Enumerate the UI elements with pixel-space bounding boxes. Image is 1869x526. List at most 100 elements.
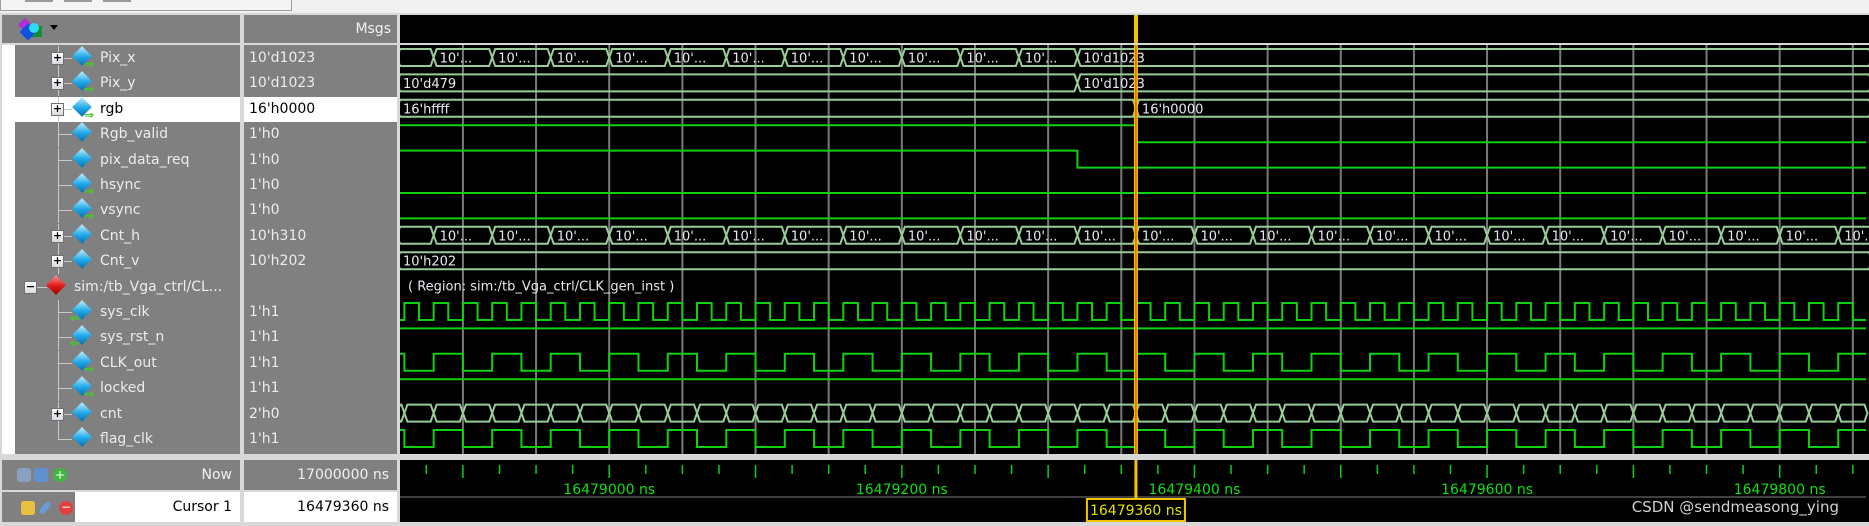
expand-icon[interactable]: + bbox=[51, 255, 64, 269]
bus-value-label: 10'... bbox=[966, 229, 999, 244]
bus-value-label: 10'... bbox=[791, 229, 824, 244]
now-label: Now bbox=[201, 467, 233, 483]
signal-row-rgb-valid[interactable]: Rgb_valid bbox=[15, 122, 240, 148]
bus-segment bbox=[1076, 403, 1108, 423]
add-cursor-icon[interactable]: + bbox=[53, 468, 67, 482]
bus-segment bbox=[1778, 403, 1811, 423]
bus-value-label: 10'... bbox=[732, 52, 765, 67]
signal-row-pix-y[interactable]: + ⇒ Pix_y bbox=[15, 71, 240, 97]
signal-row-sim-tb-vga-ctrl-cl-[interactable]: − sim:/tb_Vga_ctrl/CL... bbox=[15, 274, 240, 300]
signal-value: 1'h0 bbox=[249, 151, 280, 168]
zoom-cursor-icon[interactable] bbox=[17, 468, 31, 482]
expand-icon[interactable]: + bbox=[51, 407, 64, 421]
collapse-icon[interactable]: − bbox=[24, 280, 37, 294]
signal-row-pix-data-req[interactable]: pix_data_req bbox=[15, 147, 240, 173]
bus-segment bbox=[695, 403, 728, 423]
cursor-name[interactable]: Cursor 1 bbox=[75, 492, 240, 522]
signal-row-sys-clk[interactable]: ⇐ sys_clk bbox=[15, 300, 240, 325]
lock-icon[interactable] bbox=[21, 501, 35, 515]
signal-name: cnt bbox=[100, 405, 123, 422]
wave-signals-icon[interactable] bbox=[17, 17, 44, 41]
time-label: 16479000 ns bbox=[563, 482, 655, 498]
tree-line bbox=[37, 286, 47, 288]
output-arrow-icon: ⇒ bbox=[84, 209, 95, 224]
signal-name: Pix_x bbox=[100, 50, 136, 66]
toolbar-button[interactable] bbox=[64, 0, 92, 2]
bus-value-label: 10'... bbox=[1786, 229, 1819, 244]
signal-value bbox=[244, 275, 397, 300]
signal-row-pix-x[interactable]: + ⇒ Pix_x bbox=[15, 46, 240, 71]
name-column-header[interactable] bbox=[2, 15, 240, 43]
signal-row-flag-clk[interactable]: flag_clk bbox=[15, 427, 240, 452]
toolbar-button[interactable] bbox=[25, 0, 53, 2]
bus-value-label: 10'... bbox=[440, 229, 473, 244]
signal-row-cnt-h[interactable]: + Cnt_h bbox=[15, 223, 240, 249]
bus-value-label: 10'... bbox=[1552, 229, 1585, 244]
signal-icon bbox=[72, 427, 92, 447]
chevron-down-icon[interactable] bbox=[50, 25, 58, 30]
signal-value: 1'h0 bbox=[249, 177, 280, 193]
output-arrow-icon: ⇒ bbox=[84, 82, 95, 97]
bus-segment bbox=[754, 403, 786, 423]
signal-name: sys_rst_n bbox=[100, 329, 165, 346]
bus-segment bbox=[842, 403, 874, 423]
bus-segment bbox=[400, 225, 435, 245]
signal-row-cnt-v[interactable]: + Cnt_v bbox=[15, 249, 240, 275]
signal-name: Cnt_v bbox=[100, 253, 140, 270]
expand-icon[interactable]: + bbox=[51, 52, 64, 65]
cursor-window-icon[interactable] bbox=[34, 468, 48, 482]
signal-row-rgb[interactable]: + ⇒ rgb bbox=[15, 96, 240, 122]
wave-pix-data-req bbox=[400, 149, 1866, 169]
bus-segment bbox=[871, 403, 903, 423]
signal-name: Cnt_h bbox=[100, 227, 141, 244]
bus-value-label: 10'... bbox=[1083, 229, 1116, 244]
bus-value-label: 10'... bbox=[791, 52, 824, 67]
signal-name: CLK_out bbox=[100, 354, 157, 371]
bus-value-label: 16'hffff bbox=[403, 102, 450, 117]
wrench-icon[interactable] bbox=[38, 500, 52, 516]
bus-segment bbox=[461, 403, 494, 423]
wave-cnt bbox=[400, 403, 1869, 423]
bus-value-label: 10'... bbox=[1200, 229, 1233, 244]
cursor-value[interactable]: 16479360 ns bbox=[244, 492, 397, 522]
time-label: 16479400 ns bbox=[1149, 482, 1241, 498]
cursor-value-text: 16479360 ns bbox=[297, 499, 389, 515]
signal-row-sys-rst-n[interactable]: ⇐ sys_rst_n bbox=[15, 325, 240, 351]
bus-segment bbox=[1749, 403, 1781, 423]
bus-value-label: 10'... bbox=[732, 229, 765, 244]
cursor-marker[interactable] bbox=[1133, 15, 1138, 43]
signal-name: Rgb_valid bbox=[100, 126, 169, 143]
wave-rgb-valid bbox=[400, 124, 1866, 144]
toolbar-button[interactable] bbox=[103, 0, 131, 2]
signal-row-clk-out[interactable]: ⇒ CLK_out bbox=[15, 350, 240, 376]
signal-name: pix_data_req bbox=[100, 151, 190, 168]
signal-value: 1'h1 bbox=[249, 329, 280, 346]
expand-icon[interactable]: + bbox=[51, 102, 64, 116]
bus-value-label: 10'... bbox=[615, 229, 648, 244]
waveform-canvas[interactable]: 10'... 10'... 10'... 10'... 10'... 10'... 10'.… bbox=[400, 45, 1869, 454]
bus-value-label: 10'... bbox=[1142, 229, 1175, 244]
signal-row-hsync[interactable]: ⇒ hsync bbox=[15, 173, 240, 198]
expand-icon[interactable]: + bbox=[51, 77, 64, 91]
bus-value-label: 10'... bbox=[849, 52, 882, 67]
signal-row-locked[interactable]: ⇒ locked bbox=[15, 376, 240, 402]
time-label: 16479200 ns bbox=[856, 482, 948, 498]
signal-name: hsync bbox=[100, 177, 142, 193]
bus-segment bbox=[403, 403, 435, 423]
bus-segment bbox=[1076, 73, 1869, 93]
signal-name: sys_clk bbox=[100, 304, 150, 320]
bus-segment bbox=[1515, 403, 1547, 423]
bus-value-label: 16'h0000 bbox=[1142, 102, 1203, 117]
bus-value-label: 10'... bbox=[1317, 229, 1350, 244]
signal-row-cnt[interactable]: + cnt bbox=[15, 401, 240, 427]
signal-name: flag_clk bbox=[100, 431, 153, 447]
time-label: 16479600 ns bbox=[1441, 482, 1533, 498]
expand-icon[interactable]: + bbox=[51, 229, 64, 243]
remove-cursor-icon[interactable]: − bbox=[59, 501, 73, 515]
logic-trace bbox=[400, 149, 1866, 169]
signal-row-vsync[interactable]: ⇒ vsync bbox=[15, 198, 240, 224]
bus-value-label: 10'... bbox=[557, 229, 590, 244]
tree-line bbox=[58, 210, 72, 212]
bus-segment bbox=[900, 403, 933, 423]
bus-segment bbox=[1632, 403, 1664, 423]
